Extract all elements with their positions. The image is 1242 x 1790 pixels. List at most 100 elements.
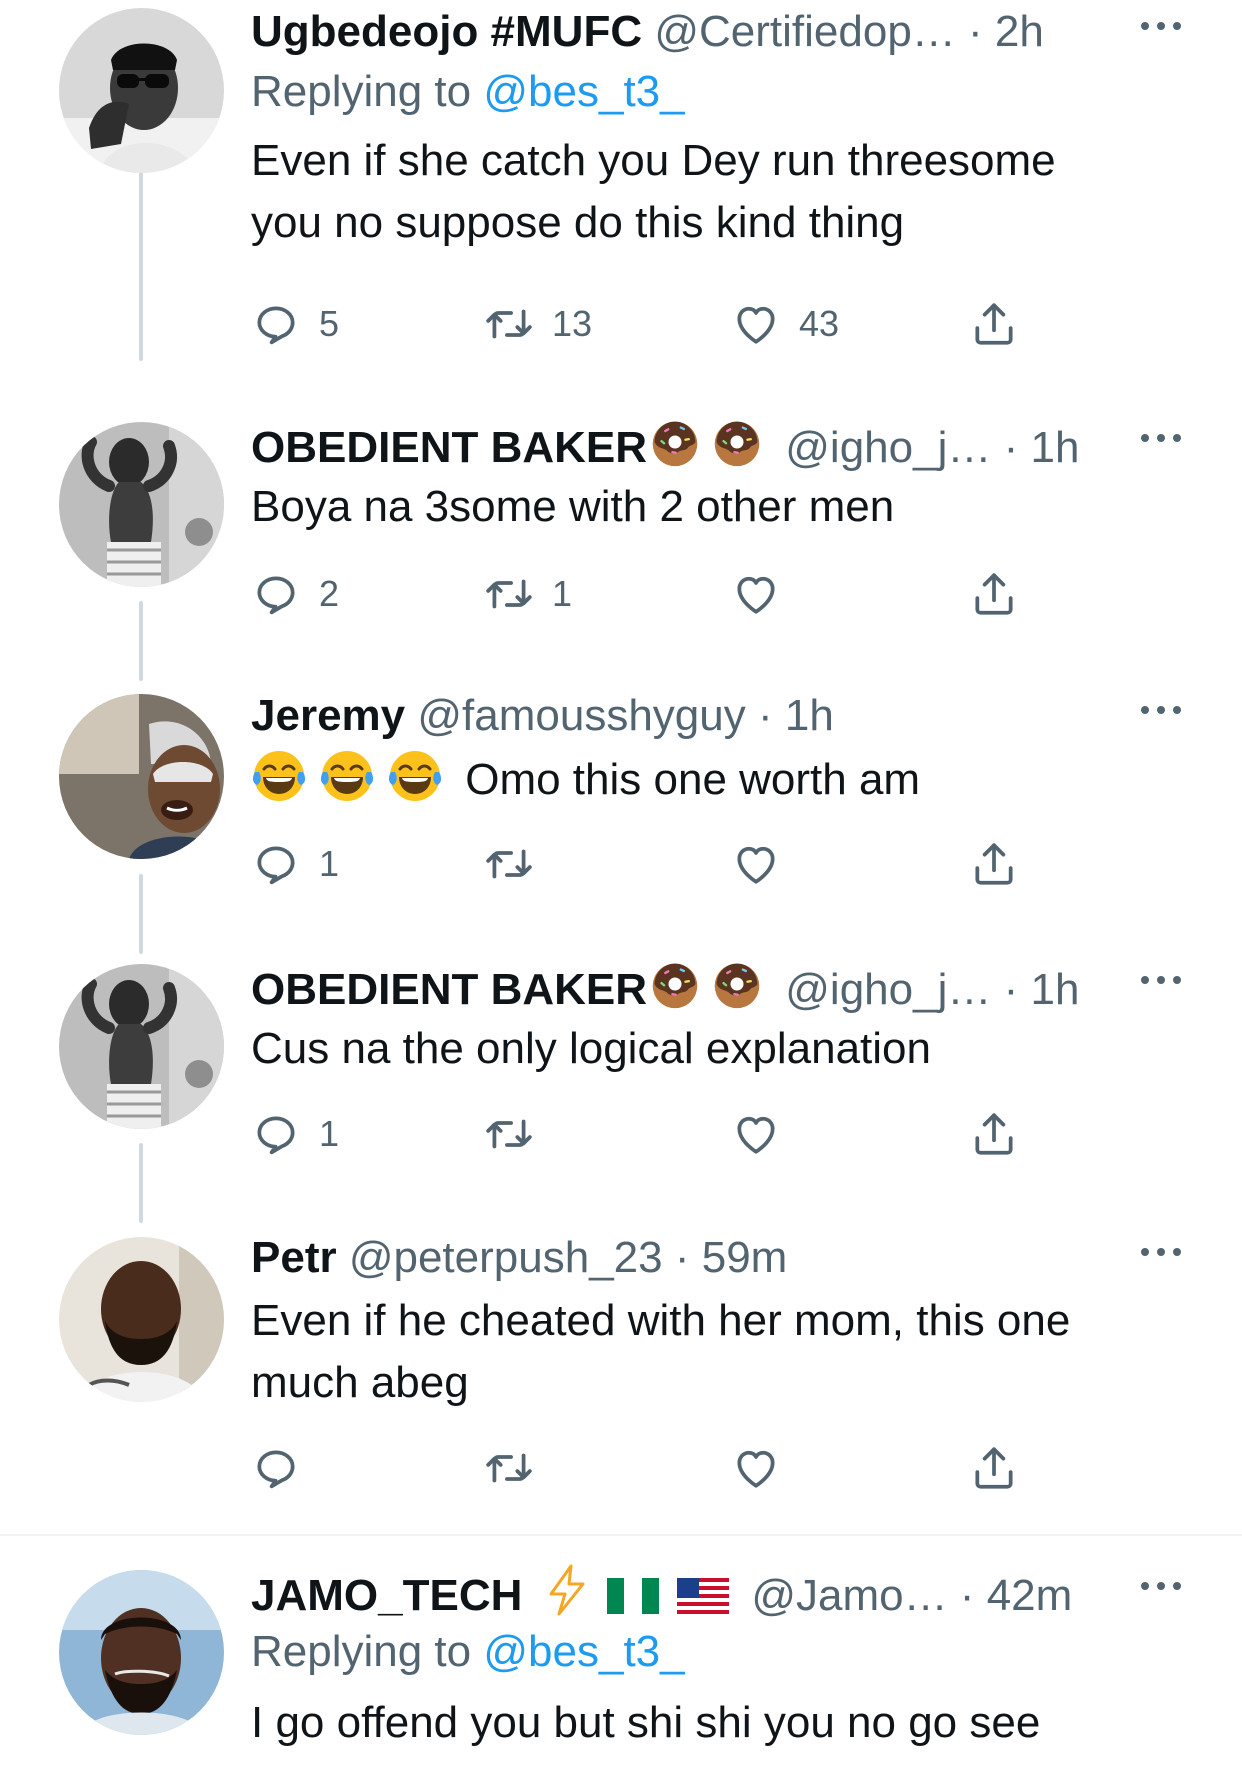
separator-dot: · — [662, 1233, 702, 1282]
reply-count: 2 — [319, 573, 340, 614]
avatar[interactable] — [59, 964, 224, 1129]
retweet-button[interactable] — [484, 1106, 534, 1162]
reply-button[interactable]: 1 — [251, 836, 339, 892]
separator-dot: · — [991, 423, 1031, 472]
avatar[interactable] — [59, 1237, 224, 1402]
tweet-text: Even if he cheated with her mom, this on… — [251, 1290, 1184, 1414]
more-dots-icon[interactable] — [1138, 426, 1184, 450]
retweet-button[interactable] — [484, 1440, 534, 1496]
timestamp[interactable]: 1h — [785, 691, 834, 740]
reply-button[interactable] — [251, 1440, 301, 1496]
separator-dot: · — [947, 1571, 987, 1620]
tweet-text: Cus na the only logical explanation — [251, 1018, 1184, 1080]
replying-to-label: Replying to — [251, 1627, 484, 1676]
heart-icon — [731, 569, 781, 619]
reply-button[interactable]: 1 — [251, 1106, 339, 1162]
display-name[interactable]: OBEDIENT BAKER — [251, 423, 647, 472]
display-name[interactable]: Ugbedeojo #MUFC — [251, 7, 642, 56]
timestamp[interactable]: 59m — [702, 1233, 788, 1282]
like-button[interactable]: 43 — [731, 296, 839, 352]
like-button[interactable] — [731, 1440, 781, 1496]
doughnut-emoji — [649, 416, 701, 468]
more-dots-icon[interactable] — [1138, 698, 1184, 722]
retweet-icon — [484, 569, 534, 619]
retweet-button[interactable] — [484, 836, 534, 892]
avatar[interactable] — [59, 694, 224, 859]
share-button[interactable] — [969, 836, 1019, 892]
more-dots-icon[interactable] — [1138, 14, 1184, 38]
tweet-header: OBEDIENT BAKER @igho_j… · 1h — [251, 958, 1184, 1014]
retweet-button[interactable]: 1 — [484, 566, 572, 622]
like-button[interactable] — [731, 1106, 781, 1162]
tweet-text-line: Omo this one worth am — [465, 755, 921, 804]
replying-to-mention[interactable]: @bes_t3_ — [483, 1627, 684, 1676]
tweet-text-line: Boya na 3some with 2 other men — [251, 482, 895, 531]
more-dots-icon[interactable] — [1138, 968, 1184, 992]
heart-icon — [731, 1109, 781, 1159]
tweet-divider — [0, 1534, 1242, 1536]
share-button[interactable] — [969, 1106, 1019, 1162]
tweet-header: Petr @peterpush_23 · 59m — [251, 1230, 1184, 1286]
user-handle[interactable]: @peterpush_23 — [349, 1233, 663, 1282]
speech-bubble-icon — [251, 839, 301, 889]
speech-bubble-icon — [251, 569, 301, 619]
speech-bubble-icon — [251, 1109, 301, 1159]
user-handle[interactable]: @igho_j… — [785, 965, 991, 1014]
heart-icon — [731, 299, 781, 349]
reply-button[interactable]: 5 — [251, 296, 339, 352]
user-handle[interactable]: @Jamo… — [751, 1571, 947, 1620]
timestamp[interactable]: 42m — [987, 1571, 1073, 1620]
tweet-header: OBEDIENT BAKER @igho_j… · 1h — [251, 416, 1184, 472]
tweet-text-line: Cus na the only logical explanation — [251, 1024, 932, 1073]
like-button[interactable] — [731, 836, 781, 892]
share-icon — [969, 1109, 1019, 1159]
user-handle[interactable]: @igho_j… — [785, 423, 991, 472]
retweet-icon — [484, 839, 534, 889]
tweet-text-line: I go offend you but shi shi you no go se… — [251, 1698, 1041, 1747]
thread-line — [139, 874, 143, 954]
reply-button[interactable]: 2 — [251, 566, 339, 622]
tweet-header: JAMO_TECH @Jamo… · 42m — [251, 1564, 1184, 1620]
more-dots-icon[interactable] — [1138, 1574, 1184, 1598]
timestamp[interactable]: 1h — [1030, 423, 1079, 472]
doughnut-emoji — [711, 416, 763, 468]
share-icon — [969, 569, 1019, 619]
thread-line — [139, 601, 143, 681]
more-dots-icon[interactable] — [1138, 1240, 1184, 1264]
reply-count: 5 — [319, 303, 340, 344]
timestamp[interactable]: 2h — [995, 7, 1044, 56]
tweet-text: Omo this one worth am — [251, 748, 1184, 811]
display-name[interactable]: Jeremy — [251, 691, 405, 740]
retweet-count: 13 — [552, 303, 593, 344]
display-name[interactable]: JAMO_TECH — [251, 1571, 522, 1620]
avatar[interactable] — [59, 1570, 224, 1735]
tweet-text: I go offend you but shi shi you no go se… — [251, 1692, 1184, 1754]
retweet-button[interactable]: 13 — [484, 296, 592, 352]
replying-to-mention[interactable]: @bes_t3_ — [483, 67, 684, 116]
action-bar: 5 13 43 — [251, 296, 1041, 352]
action-bar: 2 1 — [251, 566, 1041, 622]
replying-to: Replying to @bes_t3_ — [251, 1624, 1184, 1680]
tweet-text: Boya na 3some with 2 other men — [251, 476, 1184, 538]
tweet-header: Jeremy @famousshyguy · 1h — [251, 688, 1184, 744]
like-button[interactable] — [731, 566, 799, 622]
display-name[interactable]: OBEDIENT BAKER — [251, 965, 647, 1014]
avatar[interactable] — [59, 8, 224, 173]
heart-icon — [731, 1443, 781, 1493]
display-name[interactable]: Petr — [251, 1233, 337, 1282]
avatar[interactable] — [59, 422, 224, 587]
thread-line — [139, 1143, 143, 1223]
replying-to-label: Replying to — [251, 67, 484, 116]
separator-dot: · — [745, 691, 785, 740]
retweet-count: 1 — [552, 573, 573, 614]
share-button[interactable] — [969, 566, 1019, 622]
tweet-text: Even if she catch you Dey run threesome … — [251, 130, 1184, 254]
user-handle[interactable]: @Certifiedop… — [654, 7, 955, 56]
share-button[interactable] — [969, 296, 1019, 352]
share-button[interactable] — [969, 1440, 1019, 1496]
timestamp[interactable]: 1h — [1030, 965, 1079, 1014]
user-handle[interactable]: @famousshyguy — [417, 691, 745, 740]
doughnut-emoji — [649, 958, 701, 1010]
tears-of-joy-emoji — [251, 748, 307, 804]
reply-count: 1 — [319, 843, 340, 884]
